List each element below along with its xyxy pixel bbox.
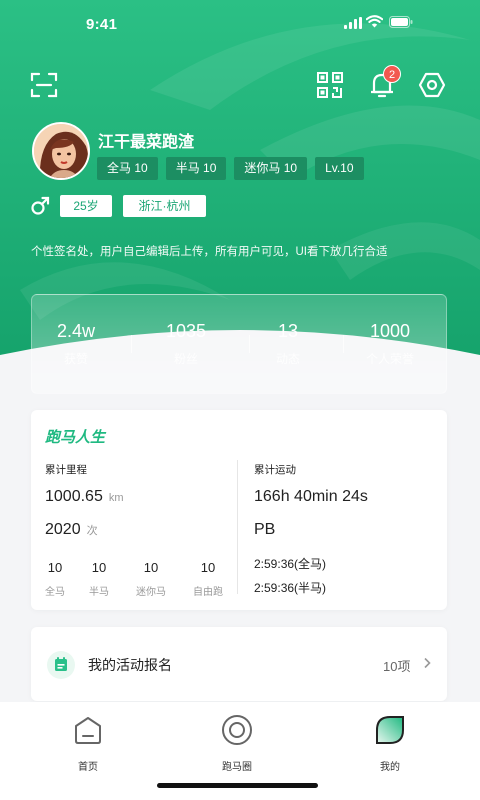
qr-code-button[interactable] (316, 71, 344, 99)
status-bar: 9:41 (0, 0, 480, 48)
total-time-value: 166h 40min 24s (254, 488, 368, 505)
pb-record-full: 2:59:36(全马) (254, 557, 327, 571)
home-icon (75, 717, 101, 744)
breakdown-free-value: 10 (200, 560, 216, 575)
circle-target-icon (222, 715, 252, 745)
breakdown-full: 10 全马 (35, 560, 75, 598)
settings-hexagon-icon (418, 72, 446, 98)
stat-posts[interactable]: 13 动态 (258, 321, 318, 367)
total-distance-value: 1000.65 (45, 488, 103, 505)
pb-record-half: 2:59:36(半马) (254, 581, 327, 595)
tag-full-marathon: 全马 10 (97, 157, 158, 180)
tab-mine[interactable]: 我的 (350, 714, 430, 773)
calendar-icon-wrapper (47, 651, 75, 679)
stat-honors-value: 1000 (369, 321, 411, 341)
settings-button[interactable] (418, 71, 446, 99)
stat-fans-label: 粉丝 (173, 352, 198, 366)
calendar-icon (55, 657, 67, 671)
stats-card: 2.4w 获赞 1035 粉丝 13 动态 1000 个人荣誉 (31, 294, 447, 394)
breakdown-free-label: 自由跑 (193, 587, 223, 598)
stat-posts-label: 动态 (275, 352, 300, 366)
activity-title: 我的活动报名 (88, 657, 172, 673)
tab-marathon-circle[interactable]: 跑马圈 (197, 714, 277, 773)
cellular-signal-icon (344, 17, 362, 29)
stat-likes[interactable]: 2.4w 获赞 (32, 321, 120, 367)
username: 江干最菜跑渣 (98, 134, 195, 151)
tab-mine-label: 我的 (380, 762, 400, 773)
stat-fans-value: 1035 (165, 321, 207, 341)
tag-half-marathon: 半马 10 (165, 157, 227, 180)
stat-divider (249, 335, 250, 353)
running-life-title: 跑马人生 (45, 429, 106, 446)
breakdown-half-value: 10 (91, 560, 107, 575)
total-distance: 1000.65 km (45, 488, 124, 506)
tag-level: Lv.10 (315, 157, 364, 180)
stat-honors-label: 个人荣誉 (365, 352, 414, 366)
chevron-right-icon (424, 657, 431, 669)
stat-honors[interactable]: 1000 个人荣誉 (350, 321, 430, 367)
pb-label: PB (254, 521, 276, 538)
breakdown-mini-label: 迷你马 (136, 587, 166, 598)
avatar[interactable] (32, 122, 90, 180)
running-life-card[interactable]: 跑马人生 累计里程 1000.65 km 2020 次 10 全马 10 半马 10… (31, 410, 447, 610)
leaf-profile-icon (376, 716, 404, 744)
age-chip: 25岁 (60, 195, 112, 217)
breakdown-mini-value: 10 (143, 560, 159, 575)
race-tags: 全马 10 半马 10 迷你马 10 Lv.10 (97, 157, 372, 180)
home-indicator (157, 783, 318, 788)
stat-posts-value: 13 (277, 321, 299, 341)
stat-fans[interactable]: 1035 粉丝 (144, 321, 228, 367)
qr-code-icon (317, 72, 343, 98)
distance-unit: km (108, 492, 124, 504)
breakdown-half-label: 半马 (89, 587, 109, 598)
status-time: 9:41 (86, 16, 118, 33)
activity-signup-row[interactable]: 我的活动报名 10项 (31, 627, 447, 701)
notification-badge: 2 (383, 65, 401, 83)
stat-likes-value: 2.4w (56, 321, 96, 341)
scan-button[interactable] (30, 71, 58, 99)
stat-divider (131, 335, 132, 353)
total-distance-label: 累计里程 (45, 464, 87, 476)
tag-mini-marathon: 迷你马 10 (234, 157, 308, 180)
breakdown-mini: 10 迷你马 (131, 560, 171, 598)
tab-home-label: 首页 (78, 762, 98, 773)
tab-marathon-circle-label: 跑马圈 (222, 762, 252, 773)
male-gender-icon (31, 196, 50, 215)
activity-count: 10项 (383, 659, 411, 674)
battery-icon (389, 16, 413, 28)
stat-divider (343, 335, 344, 353)
scan-icon (30, 72, 58, 98)
stat-likes-label: 获赞 (63, 352, 88, 366)
total-count-value: 2020 (45, 521, 81, 538)
bio-signature: 个性签名处，用户自己编辑后上传，所有用户可见，UI看下放几行合适 (31, 246, 388, 258)
breakdown-full-value: 10 (47, 560, 63, 575)
running-divider (237, 460, 238, 594)
breakdown-free: 10 自由跑 (188, 560, 228, 598)
location-chip: 浙江·杭州 (123, 195, 206, 217)
total-time-label: 累计运动 (254, 464, 296, 476)
tab-home[interactable]: 首页 (48, 714, 128, 773)
wifi-icon (366, 15, 383, 28)
breakdown-half: 10 半马 (79, 560, 119, 598)
total-count: 2020 次 (45, 521, 98, 539)
count-unit: 次 (86, 525, 98, 537)
breakdown-full-label: 全马 (45, 587, 65, 598)
